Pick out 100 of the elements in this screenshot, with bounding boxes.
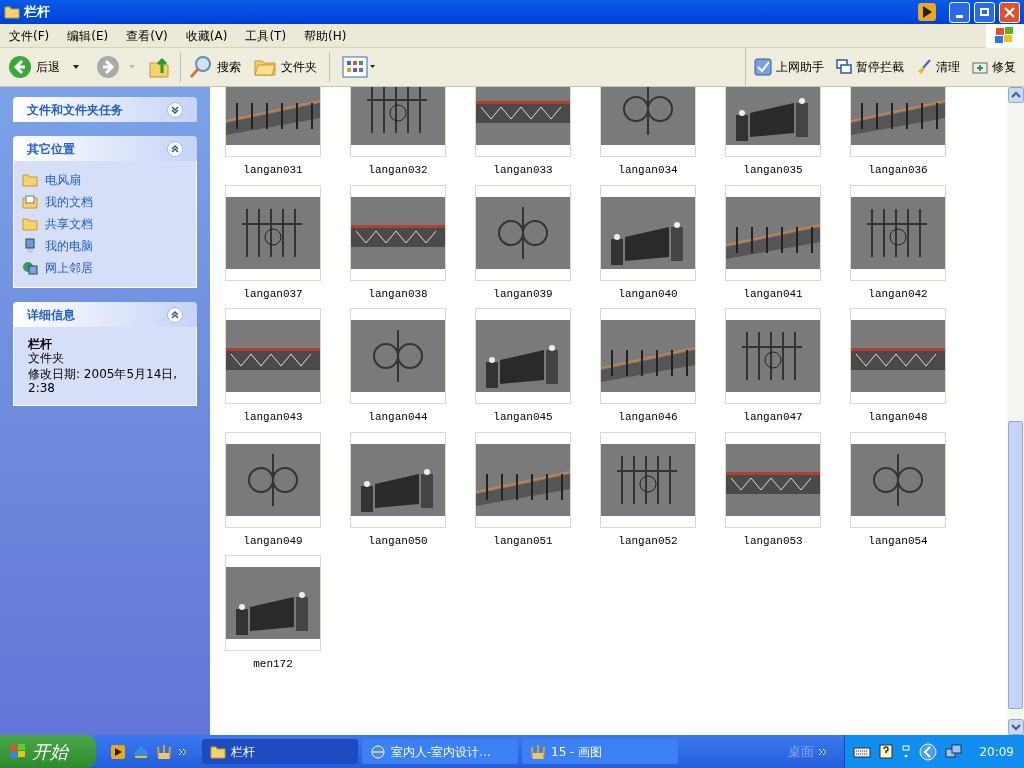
file-name[interactable]: langan048 bbox=[850, 409, 946, 426]
menu-item[interactable]: 编辑(E) bbox=[58, 26, 118, 45]
file-name[interactable]: langan050 bbox=[350, 532, 446, 549]
menu-item[interactable]: 文件(F) bbox=[0, 26, 59, 45]
place-link[interactable]: 网上邻居 bbox=[22, 259, 188, 277]
panel-title: 详细信息 bbox=[27, 306, 75, 324]
thumbnail-frame[interactable] bbox=[475, 308, 571, 404]
panel-header[interactable]: 文件和文件夹任务 bbox=[13, 97, 197, 122]
file-name[interactable]: langan034 bbox=[600, 162, 696, 179]
scroll-thumb[interactable] bbox=[1008, 421, 1023, 709]
file-name[interactable]: langan033 bbox=[475, 162, 571, 179]
thumbnail-frame[interactable] bbox=[475, 431, 571, 528]
toolbar-button[interactable]: 修复 bbox=[972, 58, 1016, 76]
file-name[interactable]: langan046 bbox=[600, 409, 696, 426]
file-name[interactable]: langan036 bbox=[850, 162, 946, 179]
thumbnail-frame[interactable] bbox=[600, 87, 696, 157]
thumbnail-frame[interactable] bbox=[725, 184, 821, 281]
file-name[interactable]: langan053 bbox=[725, 532, 821, 549]
thumbnail-frame[interactable] bbox=[600, 431, 696, 528]
collapse-icon[interactable] bbox=[167, 140, 183, 157]
toolbar-button[interactable]: 上网助手 bbox=[754, 58, 824, 76]
thumbnail-frame[interactable] bbox=[225, 431, 321, 528]
file-name[interactable]: langan051 bbox=[475, 532, 571, 549]
file-name[interactable]: langan043 bbox=[225, 409, 321, 426]
file-name[interactable]: langan035 bbox=[725, 162, 821, 179]
scroll-up-icon[interactable] bbox=[1007, 87, 1024, 103]
keyboard-icon[interactable] bbox=[853, 745, 872, 758]
menu-item[interactable]: 帮助(H) bbox=[295, 26, 356, 45]
thumbnail-frame[interactable] bbox=[850, 431, 946, 528]
file-name[interactable]: langan032 bbox=[350, 162, 446, 179]
toolbar-button[interactable]: 暂停拦截 bbox=[836, 58, 904, 76]
more-chevron-icon[interactable] bbox=[818, 746, 829, 757]
folders-button[interactable]: 文件夹 bbox=[245, 55, 325, 79]
file-name[interactable]: langan039 bbox=[475, 285, 571, 302]
thumbnail-frame[interactable] bbox=[225, 555, 321, 651]
search-button[interactable]: 搜索 bbox=[185, 55, 245, 79]
file-name[interactable]: langan054 bbox=[850, 532, 946, 549]
toolbar-button[interactable]: 清理 bbox=[916, 58, 960, 76]
place-link[interactable]: 我的文档 bbox=[22, 193, 188, 211]
broom-icon bbox=[916, 59, 932, 75]
menu-item[interactable]: 工具(T) bbox=[236, 26, 296, 45]
scrollbar[interactable] bbox=[1007, 87, 1024, 735]
file-name[interactable]: langan042 bbox=[850, 285, 946, 302]
panel-header[interactable]: 详细信息 bbox=[13, 302, 197, 327]
taskbar-button[interactable]: 15 - 画图 bbox=[522, 739, 678, 764]
file-name[interactable]: langan031 bbox=[225, 162, 321, 179]
file-name[interactable]: men172 bbox=[225, 656, 321, 673]
thumbnail-frame[interactable] bbox=[475, 184, 571, 281]
thumbnail-frame[interactable] bbox=[350, 184, 446, 281]
expand-icon[interactable] bbox=[167, 101, 183, 118]
place-link[interactable]: 我的电脑 bbox=[22, 237, 188, 255]
file-name[interactable]: langan040 bbox=[600, 285, 696, 302]
thumbnail-frame[interactable] bbox=[350, 431, 446, 528]
panel-title: 文件和文件夹任务 bbox=[27, 101, 123, 119]
file-name[interactable]: langan038 bbox=[350, 285, 446, 302]
thumbnail-frame[interactable] bbox=[350, 87, 446, 157]
thumbnail-frame[interactable] bbox=[475, 87, 571, 157]
thumbnail-frame[interactable] bbox=[850, 87, 946, 157]
panel-header[interactable]: 其它位置 bbox=[13, 136, 197, 161]
taskbar-button[interactable]: 室内人-室内设计... bbox=[362, 739, 518, 764]
scroll-down-icon[interactable] bbox=[1007, 719, 1024, 735]
file-name[interactable]: langan047 bbox=[725, 409, 821, 426]
back-button[interactable]: 后退 bbox=[0, 55, 64, 79]
menu-item[interactable]: 查看(V) bbox=[117, 26, 177, 45]
checkbox-icon bbox=[754, 58, 772, 76]
start-button[interactable]: 开始 bbox=[0, 735, 96, 768]
thumbnail-frame[interactable] bbox=[850, 308, 946, 404]
play-icon[interactable] bbox=[917, 2, 937, 22]
network-computers-icon[interactable] bbox=[945, 743, 964, 760]
thumbnail-frame[interactable] bbox=[225, 87, 321, 157]
thumbnail-frame[interactable] bbox=[725, 87, 821, 157]
more-chevron-icon[interactable] bbox=[178, 746, 188, 757]
collapse-icon[interactable] bbox=[167, 306, 183, 323]
dropdown-arrow-icon bbox=[128, 64, 136, 70]
place-link[interactable]: 共享文档 bbox=[22, 215, 188, 233]
minimize-button[interactable] bbox=[949, 1, 970, 23]
thumbnail-frame[interactable] bbox=[850, 184, 946, 281]
file-name[interactable]: langan037 bbox=[225, 285, 321, 302]
close-icon bbox=[1004, 6, 1015, 18]
close-button[interactable] bbox=[999, 1, 1020, 23]
file-name[interactable]: langan049 bbox=[225, 532, 321, 549]
thumbnail-frame[interactable] bbox=[725, 431, 821, 528]
up-folder-icon[interactable] bbox=[148, 55, 172, 79]
media-player-icon[interactable] bbox=[110, 743, 126, 760]
thumbnail-frame[interactable] bbox=[350, 308, 446, 404]
menu-item[interactable]: 收藏(A) bbox=[176, 26, 237, 45]
file-name[interactable]: langan041 bbox=[725, 285, 821, 302]
help-icon[interactable] bbox=[879, 744, 894, 759]
file-name[interactable]: langan052 bbox=[600, 532, 696, 549]
thumbnail-frame[interactable] bbox=[225, 184, 321, 281]
file-name[interactable]: langan044 bbox=[350, 409, 446, 426]
file-name[interactable]: langan045 bbox=[475, 409, 571, 426]
thumbnail-frame[interactable] bbox=[725, 308, 821, 404]
thumbnail-frame[interactable] bbox=[225, 308, 321, 404]
restore-button[interactable] bbox=[974, 1, 995, 23]
taskbar-button[interactable]: 栏杆 bbox=[202, 739, 358, 764]
thumbnail-frame[interactable] bbox=[600, 308, 696, 404]
place-link[interactable]: 电风扇 bbox=[22, 171, 188, 189]
thumbnail-frame[interactable] bbox=[600, 184, 696, 281]
dropdown-arrow-icon[interactable] bbox=[72, 64, 80, 70]
